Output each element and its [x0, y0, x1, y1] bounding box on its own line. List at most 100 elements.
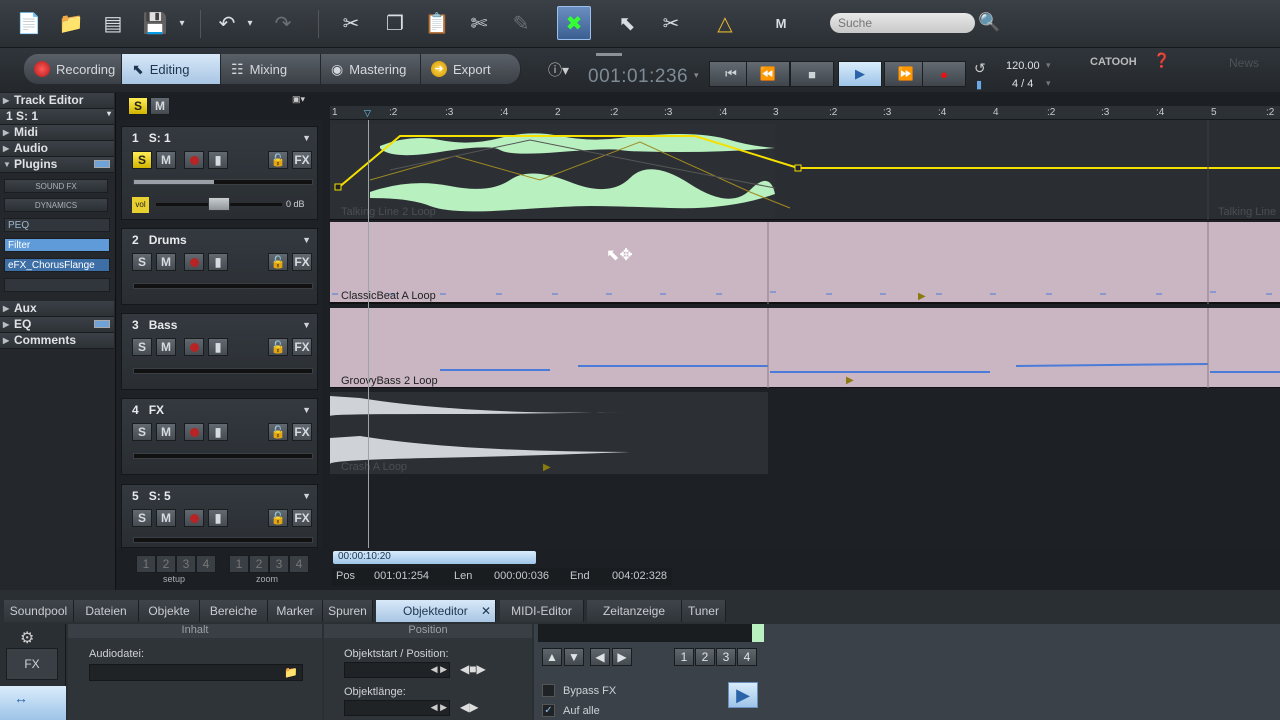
record-arm-button[interactable]	[184, 423, 204, 441]
audiodatei-field[interactable]: 📁	[89, 664, 303, 681]
track-menu-icon[interactable]: ▼	[302, 235, 311, 245]
mute-button[interactable]: M	[156, 423, 176, 441]
fx-button[interactable]: FX	[292, 253, 312, 271]
volume-automation-button[interactable]: vol	[132, 197, 149, 213]
track-header-2[interactable]: 2 Drums ▼ S M ▮ 🔓 FX	[121, 228, 318, 305]
new-file-icon[interactable]: 📄	[12, 6, 46, 40]
monitor-icon[interactable]: ▮	[208, 338, 228, 356]
solo-button[interactable]: S	[132, 509, 152, 527]
fx-button[interactable]: FX	[292, 338, 312, 356]
copy-icon[interactable]: ❐	[378, 6, 412, 40]
undo-dropdown-icon[interactable]: ▾	[240, 6, 260, 40]
timecode-dropdown-icon[interactable]: ▾	[694, 70, 699, 81]
tab-zeitanzeige[interactable]: Zeitanzeige	[587, 600, 682, 622]
section-plugins[interactable]: ▼ Plugins	[0, 157, 114, 173]
tab-mixing[interactable]: ☷ Mixing	[221, 54, 321, 84]
monitor-icon[interactable]: ▮	[208, 423, 228, 441]
track-menu-icon[interactable]: ▼	[302, 133, 311, 143]
lock-icon[interactable]: 🔓	[268, 338, 288, 356]
bypass-fx-checkbox[interactable]	[542, 684, 555, 697]
slot-button-1[interactable]: 1	[674, 648, 694, 666]
record-arm-button[interactable]	[184, 509, 204, 527]
mute-button[interactable]: M	[156, 338, 176, 356]
timecode-display[interactable]: 001:01:236	[588, 66, 688, 88]
undo-icon[interactable]: ↶	[210, 6, 244, 40]
mute-button[interactable]: M	[156, 253, 176, 271]
dynamics-button[interactable]: DYNAMICS	[4, 198, 108, 212]
objektstart-field[interactable]: ◀ ▶	[344, 662, 450, 678]
monitor-icon[interactable]: ▮	[208, 509, 228, 527]
peq-slot[interactable]: PEQ	[4, 218, 110, 232]
crossfade-icon[interactable]: ✖	[557, 6, 591, 40]
record-arm-button[interactable]	[184, 338, 204, 356]
track-header-menu-icon[interactable]: ▣▾	[292, 94, 305, 105]
tab-export[interactable]: ➜ Export	[421, 54, 521, 84]
tab-objekteditor[interactable]: Objekteditor ✕	[376, 600, 496, 622]
pointer-icon[interactable]: ⬉	[610, 6, 644, 40]
solo-button[interactable]: S	[132, 253, 152, 271]
tab-marker[interactable]: Marker	[268, 600, 323, 622]
section-midi[interactable]: ▶ Midi	[0, 125, 114, 141]
tab-objekte[interactable]: Objekte	[139, 600, 200, 622]
scissors-mode-icon[interactable]: ✂	[654, 6, 688, 40]
track-header-1[interactable]: 1 S: 1 ▼ S M ▮ 🔓 FX vol 0 dB	[121, 126, 318, 220]
folder-icon[interactable]: 📁	[284, 666, 298, 679]
solo-button[interactable]: S	[132, 338, 152, 356]
section-eq[interactable]: ▶ EQ	[0, 317, 114, 333]
record-arm-button[interactable]	[184, 151, 204, 169]
track-menu-icon[interactable]: ▼	[302, 405, 311, 415]
monitor-icon[interactable]: ▮	[208, 151, 228, 169]
solo-button[interactable]: S	[132, 151, 152, 169]
lock-icon[interactable]: 🔓	[268, 509, 288, 527]
mute-mode-icon[interactable]: M	[764, 6, 798, 40]
track-editor-header[interactable]: ▶ Track Editor	[0, 93, 114, 109]
slot-button-4[interactable]: 4	[737, 648, 757, 666]
tab-tuner[interactable]: Tuner	[682, 600, 726, 622]
stepper-icon[interactable]: ◀ ▶	[431, 664, 447, 675]
play-button[interactable]: ▶	[838, 61, 882, 87]
auf-alle-checkbox[interactable]: ✓	[542, 704, 555, 717]
tab-mastering[interactable]: ◉ Mastering	[321, 54, 421, 84]
stepper-icon[interactable]: ◀ ▶	[431, 702, 447, 713]
pos-value[interactable]: 001:01:254	[374, 570, 429, 582]
drums-clip[interactable]: ▶ ClassicBeat A Loop	[330, 222, 1280, 304]
track-header-5[interactable]: 5 S: 5 ▼ S M ▮ 🔓 FX	[121, 484, 318, 548]
slot-button-2[interactable]: 2	[695, 648, 715, 666]
tempo-display[interactable]: 120.00	[1006, 60, 1040, 72]
tab-dateien[interactable]: Dateien	[74, 600, 139, 622]
plugins-toggle[interactable]	[94, 160, 110, 168]
redo-icon[interactable]: ↷	[266, 6, 300, 40]
catooh-logo[interactable]: CATOOH	[1090, 56, 1137, 68]
pencil-icon[interactable]: ✎	[504, 6, 538, 40]
track-header-4[interactable]: 4 FX ▼ S M ▮ 🔓 FX	[121, 398, 318, 475]
resize-arrows-icon[interactable]: ◀▶	[460, 700, 510, 716]
tab-recording[interactable]: Recording	[24, 54, 122, 84]
empty-plugin-slot[interactable]	[4, 278, 110, 292]
knob-icon[interactable]: ⚙	[20, 628, 34, 648]
save-icon[interactable]: 💾	[138, 6, 172, 40]
fx-button[interactable]: FX	[292, 151, 312, 169]
section-aux[interactable]: ▶ Aux	[0, 301, 114, 317]
loop-icon[interactable]: ↺	[974, 60, 986, 77]
rewind-button[interactable]: ⏪	[746, 61, 790, 87]
record-button[interactable]: ●	[922, 61, 966, 87]
open-folder-icon[interactable]: 📁	[54, 6, 88, 40]
section-audio[interactable]: ▶ Audio	[0, 141, 114, 157]
fx-button[interactable]: FX	[292, 509, 312, 527]
mute-button[interactable]: M	[156, 509, 176, 527]
volume-curve-icon[interactable]: △	[708, 6, 742, 40]
arrow-up-icon[interactable]: ▲	[542, 648, 562, 666]
track-header-3[interactable]: 3 Bass ▼ S M ▮ 🔓 FX	[121, 313, 318, 390]
playhead-line[interactable]	[368, 120, 369, 548]
fx-button[interactable]: FX	[6, 648, 58, 680]
chorus-slot[interactable]: eFX_ChorusFlange	[4, 258, 110, 272]
setup-button-3[interactable]: 3	[176, 555, 196, 573]
end-value[interactable]: 004:02:328	[612, 570, 667, 582]
save-dropdown-icon[interactable]: ▾	[172, 6, 192, 40]
setup-button-2[interactable]: 2	[156, 555, 176, 573]
track-menu-icon[interactable]: ▼	[302, 491, 311, 501]
close-icon[interactable]: ✕	[481, 600, 491, 622]
tab-spuren[interactable]: Spuren	[323, 600, 373, 622]
filter-slot[interactable]: Filter	[4, 238, 110, 252]
lock-icon[interactable]: 🔓	[268, 253, 288, 271]
